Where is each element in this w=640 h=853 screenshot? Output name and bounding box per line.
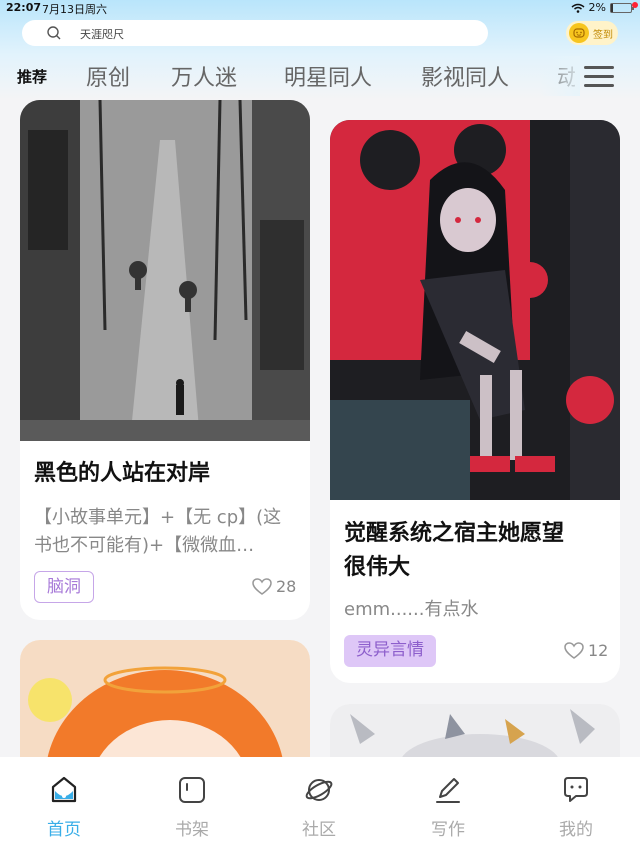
tab-fade xyxy=(540,56,580,96)
nav-bookshelf-label: 书架 xyxy=(175,820,209,840)
story-tag[interactable]: 脑洞 xyxy=(34,571,94,603)
checkin-button[interactable]: 签到 xyxy=(566,21,618,45)
battery-icon xyxy=(610,2,634,13)
like-count[interactable]: 12 xyxy=(564,641,608,660)
search-bar[interactable]: 天涯咫尺 xyxy=(22,20,488,46)
tab-recommend[interactable]: 推荐 xyxy=(17,66,47,87)
tab-wanrenmi[interactable]: 万人迷 xyxy=(171,60,237,92)
menu-icon[interactable] xyxy=(584,64,614,90)
nav-profile-label: 我的 xyxy=(559,820,593,840)
checkin-label: 签到 xyxy=(593,30,613,41)
story-tag[interactable]: 灵异言情 xyxy=(344,635,436,667)
pencil-icon xyxy=(436,778,460,803)
nav-write[interactable]: 写作 xyxy=(408,775,488,840)
tab-original[interactable]: 原创 xyxy=(86,60,130,92)
category-tabs: 推荐 原创 万人迷 明星同人 影视同人 动 xyxy=(0,56,640,96)
story-description: emm......有点水 xyxy=(344,599,479,620)
bottom-nav: 首页 书架 社区 写作 我的 xyxy=(0,757,640,853)
story-description-line-2: 书也不可能有)+【微微血… xyxy=(34,535,255,556)
status-bar: 22:07 7月13日周六 2% xyxy=(0,0,640,16)
nav-home-label: 首页 xyxy=(47,820,81,840)
cover-image-red-shadow-girl xyxy=(330,120,620,500)
search-placeholder: 天涯咫尺 xyxy=(80,28,124,41)
nav-community[interactable]: 社区 xyxy=(279,775,359,840)
story-title-line-1: 觉醒系统之宿主她愿望 xyxy=(344,521,565,546)
smiley-coin-icon xyxy=(569,23,589,43)
wifi-icon xyxy=(571,3,585,13)
bookshelf-icon xyxy=(179,777,205,803)
heart-icon xyxy=(564,641,584,659)
heart-icon xyxy=(252,577,272,595)
home-icon xyxy=(51,776,77,803)
status-indicators: 2% xyxy=(571,1,634,14)
search-icon xyxy=(47,26,61,40)
story-title-line-2: 很伟大 xyxy=(344,555,411,580)
story-title: 黑色的人站在对岸 xyxy=(34,461,211,486)
chat-bubble-icon xyxy=(564,777,588,802)
notification-dot xyxy=(632,2,638,8)
cover-image-rainy-street xyxy=(20,100,310,441)
story-card[interactable]: 觉醒系统之宿主她愿望 很伟大 emm......有点水 灵异言情 12 xyxy=(330,120,620,683)
nav-profile[interactable]: 我的 xyxy=(536,775,616,840)
like-count-value: 12 xyxy=(588,641,609,660)
nav-home[interactable]: 首页 xyxy=(24,775,104,840)
nav-bookshelf[interactable]: 书架 xyxy=(152,775,232,840)
battery-percent: 2% xyxy=(588,1,606,14)
nav-write-label: 写作 xyxy=(431,820,465,840)
story-description-line-1: 【小故事单元】+【无 cp】(这 xyxy=(34,507,282,528)
status-time: 22:07 xyxy=(6,1,42,14)
status-date: 7月13日周六 xyxy=(42,3,107,16)
like-count[interactable]: 28 xyxy=(252,577,296,596)
tab-celebrity-fanfic[interactable]: 明星同人 xyxy=(284,60,372,92)
nav-community-label: 社区 xyxy=(302,820,336,840)
tab-film-fanfic[interactable]: 影视同人 xyxy=(421,60,509,92)
story-card[interactable]: 黑色的人站在对岸 【小故事单元】+【无 cp】(这 书也不可能有)+【微微血… … xyxy=(20,100,310,620)
planet-icon xyxy=(305,779,333,801)
like-count-value: 28 xyxy=(276,577,297,596)
